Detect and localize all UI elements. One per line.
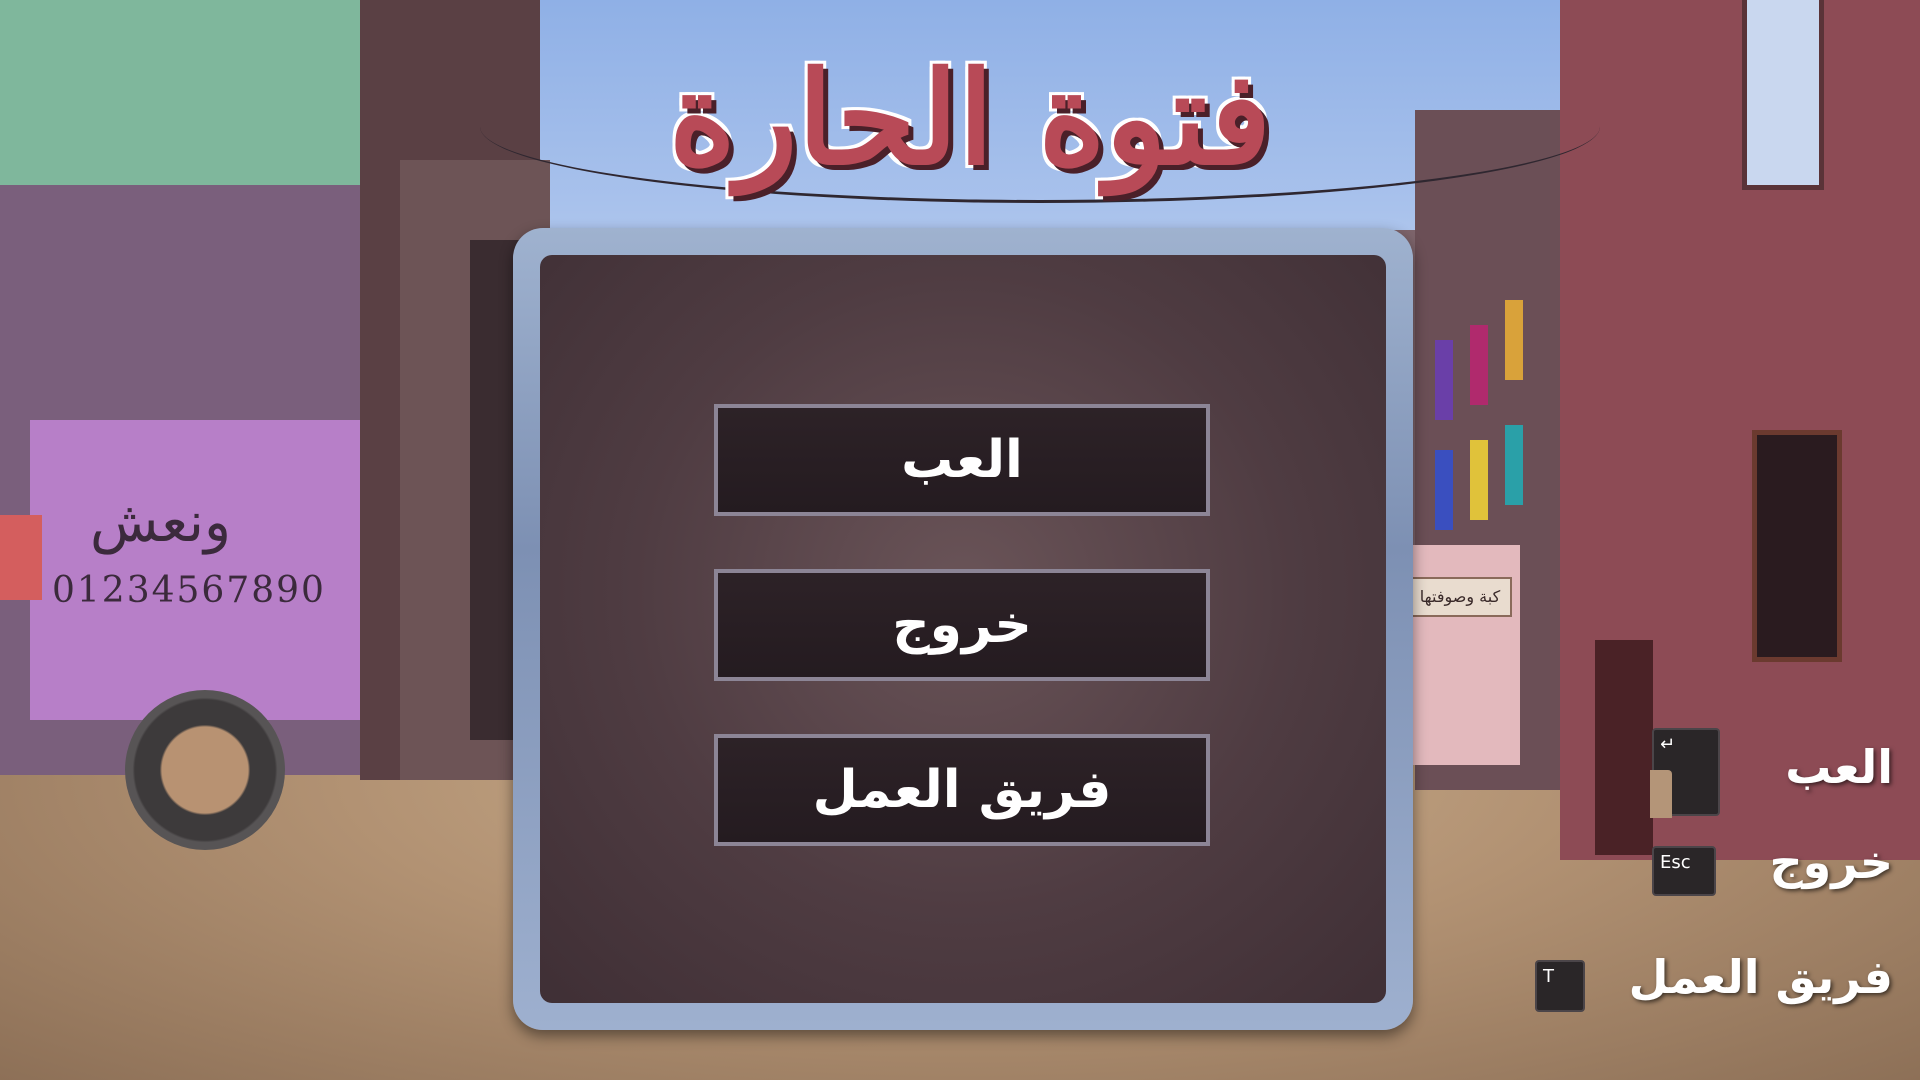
t-key-icon: T	[1535, 960, 1585, 1012]
stained-window	[1470, 440, 1488, 520]
stained-window	[1505, 425, 1523, 505]
exit-button[interactable]: خروج	[714, 569, 1210, 681]
wall-number: 01234567890	[52, 570, 326, 611]
red-sign	[0, 515, 42, 600]
shop-front: كبة وصوفتها	[1400, 545, 1520, 765]
stained-window	[1435, 450, 1453, 530]
esc-key-icon: Esc	[1652, 846, 1716, 896]
t-key-glyph: T	[1543, 966, 1554, 987]
pink-wall: ونعش 01234567890	[30, 420, 360, 720]
esc-key-glyph: Esc	[1660, 852, 1691, 873]
play-button[interactable]: العب	[714, 404, 1210, 516]
hint-exit-label: خروج	[1769, 835, 1893, 889]
stained-window	[1435, 340, 1453, 420]
wall-graffiti: ونعش	[90, 490, 232, 555]
hint-play-label: العب	[1785, 740, 1893, 794]
window	[1742, 0, 1824, 190]
shop-sign: كبة وصوفتها	[1408, 577, 1512, 617]
stained-window	[1505, 300, 1523, 380]
hint-team-label: فريق العمل	[1628, 950, 1893, 1004]
enter-key-glyph: ↵	[1660, 734, 1676, 755]
team-button[interactable]: فريق العمل	[714, 734, 1210, 846]
tire	[125, 690, 285, 850]
game-title: فتوة الحارة	[668, 44, 1272, 194]
door	[1595, 640, 1653, 855]
window-with-curtain	[1752, 430, 1842, 662]
enter-key-icon: ↵	[1650, 728, 1720, 818]
stained-window	[1470, 325, 1488, 405]
